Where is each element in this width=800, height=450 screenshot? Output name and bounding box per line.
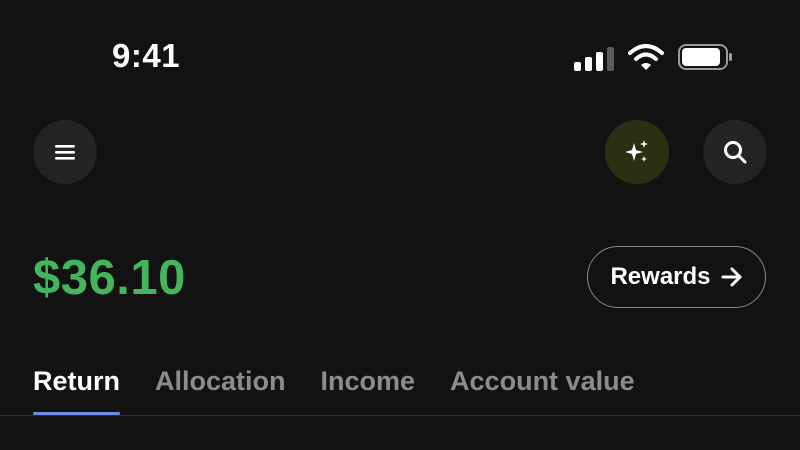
- app-screen: 9:41 $36.10 Rewards Return Allocation In…: [0, 0, 800, 450]
- wifi-icon: [628, 44, 664, 70]
- tab-income[interactable]: Income: [321, 366, 416, 416]
- tab-account-value[interactable]: Account value: [450, 366, 635, 416]
- menu-icon: [55, 145, 75, 160]
- tab-allocation[interactable]: Allocation: [155, 366, 286, 416]
- search-button[interactable]: [703, 120, 767, 184]
- sparkles-icon: [625, 140, 648, 162]
- ai-assistant-button[interactable]: [605, 120, 669, 184]
- rewards-button[interactable]: Rewards: [587, 246, 766, 308]
- cellular-signal-icon: [574, 47, 616, 71]
- menu-button[interactable]: [33, 120, 97, 184]
- tabs-divider: [0, 415, 800, 416]
- tab-return[interactable]: Return: [33, 366, 120, 416]
- portfolio-balance: $36.10: [33, 251, 186, 305]
- status-time: 9:41: [112, 37, 181, 74]
- battery-icon: [678, 44, 732, 70]
- chart-tabs: Return Allocation Income Account value: [33, 366, 635, 416]
- rewards-label: Rewards: [610, 263, 711, 290]
- arrow-right-icon: [721, 267, 742, 287]
- search-icon: [724, 141, 747, 164]
